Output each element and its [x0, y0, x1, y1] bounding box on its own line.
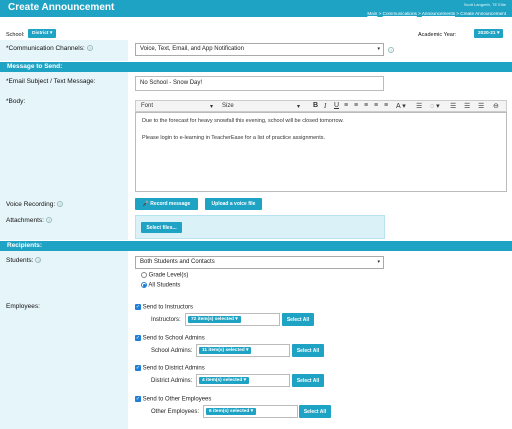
- district-admins-multiselect[interactable]: 4 item(s) selected ▾: [196, 374, 290, 387]
- checkbox-checked-icon[interactable]: ✓: [135, 396, 141, 402]
- body-label: *Body:: [6, 98, 26, 105]
- underline-button[interactable]: U: [334, 102, 339, 109]
- radio-selected-icon[interactable]: [141, 282, 147, 288]
- school-admins-selected[interactable]: 11 item(s) selected ▾: [199, 347, 252, 354]
- section-recipients: Recipients:: [0, 241, 512, 251]
- body-line: Please login to e-learning in TeacherEas…: [142, 135, 326, 141]
- help-icon[interactable]: ?: [35, 257, 42, 264]
- breadcrumb-announcements[interactable]: Announcements: [422, 11, 455, 16]
- breadcrumb-current: Create Announcement: [460, 11, 506, 16]
- breadcrumb: Main > Communications > Announcements > …: [367, 11, 506, 16]
- checkbox-send-district-admins[interactable]: ✓ Send to District Admins: [135, 365, 205, 372]
- upload-voice-button[interactable]: Upload a voice file: [205, 198, 262, 210]
- highlight-icon[interactable]: ◌ ▾: [430, 102, 440, 110]
- school-admins-label: School Admins:: [151, 348, 193, 354]
- radio-icon[interactable]: [141, 272, 147, 278]
- district-admins-select-all-button[interactable]: Select All: [292, 374, 324, 387]
- checkbox-checked-icon[interactable]: ✓: [135, 304, 141, 310]
- bullet-list-icon[interactable]: ☰: [450, 102, 456, 110]
- instructors-selected[interactable]: 72 item(s) selected ▾: [188, 316, 241, 323]
- breadcrumb-communications[interactable]: Communications: [383, 11, 417, 16]
- subject-label: *Email Subject / Text Message:: [6, 78, 96, 85]
- radio-all-students[interactable]: All Students: [141, 282, 180, 289]
- school-admins-multiselect[interactable]: 11 item(s) selected ▾: [196, 344, 290, 357]
- academic-year-dropdown[interactable]: 2020-21 ▾: [474, 29, 504, 38]
- user-name: Scott Langreth, TE Elite: [463, 2, 506, 7]
- employees-label: Employees:: [6, 303, 40, 310]
- channels-label: *Communication Channels:?: [6, 45, 93, 52]
- link-icon[interactable]: ⊖: [493, 102, 499, 110]
- page-title: Create Announcement: [8, 2, 115, 13]
- chevron-down-icon: ▾: [377, 46, 380, 52]
- indent-icon[interactable]: ☰: [478, 102, 484, 110]
- align-justify-icon[interactable]: ≡: [384, 102, 388, 109]
- school-admins-select-all-button[interactable]: Select All: [292, 344, 324, 357]
- school-dropdown[interactable]: District ▾: [28, 29, 57, 38]
- help-icon[interactable]: ?: [388, 47, 394, 53]
- left-panel-message: [0, 72, 128, 194]
- attachments-label: Attachments:?: [6, 217, 52, 224]
- align-right-icon[interactable]: ≡: [374, 102, 378, 109]
- strikethrough-icon[interactable]: ≡: [344, 102, 348, 109]
- other-employees-select-all-button[interactable]: Select All: [299, 405, 331, 418]
- header-bar: Create Announcement Scott Langreth, TE E…: [0, 0, 512, 17]
- checkbox-send-instructors[interactable]: ✓ Send to Instructors: [135, 304, 193, 311]
- section-message: Message to Send:: [0, 62, 512, 72]
- size-select[interactable]: Size ▾: [222, 103, 300, 110]
- body-editor[interactable]: Due to the forecast for heavy snowfall t…: [135, 112, 507, 192]
- district-admins-label: District Admins:: [151, 378, 193, 384]
- align-left-icon[interactable]: ≡: [354, 102, 358, 109]
- students-select[interactable]: Both Students and Contacts ▾: [135, 256, 384, 269]
- help-icon[interactable]: ?: [57, 201, 64, 208]
- body-line: Due to the forecast for heavy snowfall t…: [142, 118, 344, 124]
- checkbox-checked-icon[interactable]: ✓: [135, 335, 141, 341]
- numbered-list-icon[interactable]: ☰: [464, 102, 470, 110]
- italic-button[interactable]: I: [324, 102, 326, 110]
- checkbox-send-school-admins[interactable]: ✓ Send to School Admins: [135, 335, 205, 342]
- school-label: School:: [6, 32, 25, 38]
- academic-year-label: Academic Year:: [418, 32, 457, 38]
- checkbox-checked-icon[interactable]: ✓: [135, 365, 141, 371]
- font-select[interactable]: Font ▾: [141, 103, 213, 110]
- students-label: Students:?: [6, 257, 42, 264]
- help-icon[interactable]: ?: [45, 217, 52, 224]
- other-employees-selected[interactable]: 6 item(s) selected ▾: [206, 408, 257, 415]
- chevron-down-icon: ▾: [377, 259, 380, 265]
- editor-toolbar: Font ▾ Size ▾ B I U ≡ ≡ ≡ ≡ ≡ A ▾ ☰ ◌ ▾ ☰ …: [135, 100, 507, 112]
- channels-select[interactable]: Voice, Text, Email, and App Notification…: [135, 43, 384, 56]
- select-files-button[interactable]: Select files...: [141, 222, 182, 233]
- help-icon[interactable]: ?: [86, 45, 93, 52]
- radio-grade-levels[interactable]: Grade Level(s): [141, 272, 188, 279]
- list-icon[interactable]: ☰: [416, 102, 422, 110]
- record-message-button[interactable]: 🎤 Record message: [135, 198, 198, 210]
- checkbox-send-other-employees[interactable]: ✓ Send to Other Employees: [135, 396, 211, 403]
- text-color-button[interactable]: A ▾: [396, 102, 406, 110]
- left-panel-recipients: [0, 251, 128, 429]
- breadcrumb-main[interactable]: Main: [367, 11, 377, 16]
- subject-input[interactable]: No School - Snow Day!: [135, 76, 384, 91]
- other-employees-multiselect[interactable]: 6 item(s) selected ▾: [203, 405, 298, 418]
- instructors-label: Instructors:: [151, 317, 181, 323]
- microphone-icon: 🎤: [142, 201, 149, 207]
- align-center-icon[interactable]: ≡: [364, 102, 368, 109]
- voice-label: Voice Recording:?: [6, 201, 64, 208]
- instructors-multiselect[interactable]: 72 item(s) selected ▾: [185, 313, 280, 326]
- bold-button[interactable]: B: [313, 102, 318, 109]
- instructors-select-all-button[interactable]: Select All: [282, 313, 314, 326]
- district-admins-selected[interactable]: 4 item(s) selected ▾: [199, 377, 250, 384]
- attachments-dropzone[interactable]: Select files...: [135, 215, 385, 239]
- other-employees-label: Other Employees:: [151, 409, 200, 415]
